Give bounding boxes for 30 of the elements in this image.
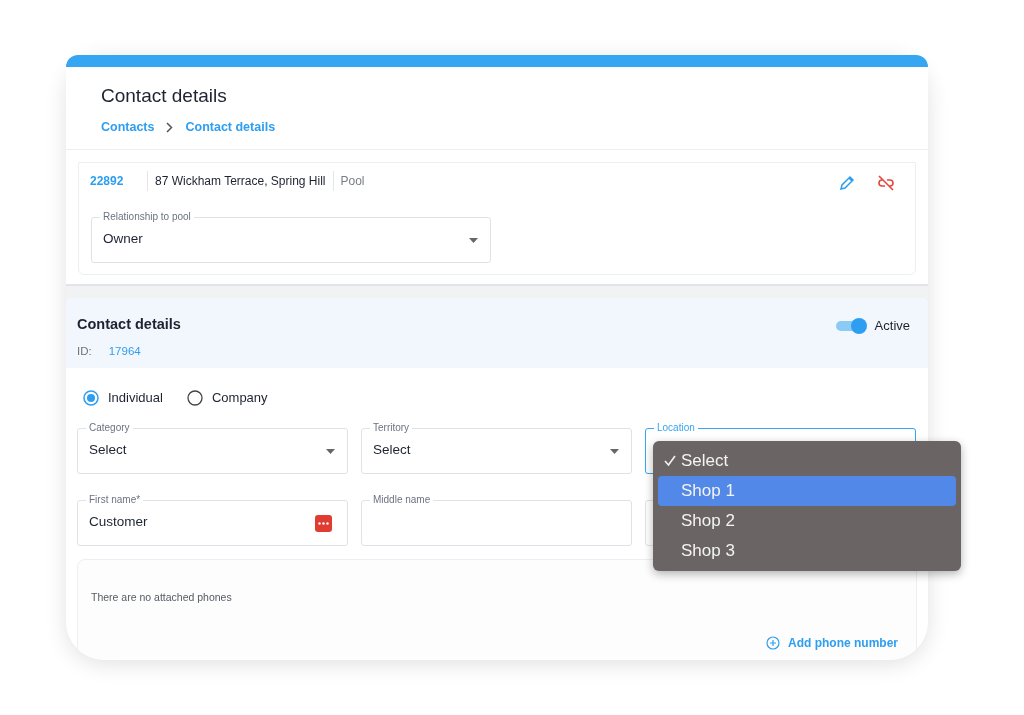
caret-icon [610, 448, 619, 454]
breadcrumb-link[interactable]: Contacts [101, 117, 155, 137]
add-phone-link[interactable]: Add phone number [766, 633, 898, 652]
radio-button[interactable] [186, 389, 203, 406]
id-label: ID: [77, 344, 92, 359]
radio-option[interactable]: Company [186, 388, 268, 408]
dropdown-option[interactable]: Select [658, 446, 956, 476]
pool-address: 87 Wickham Terrace, Spring Hill [155, 172, 326, 190]
radio-option[interactable]: Individual [83, 388, 163, 408]
pencil-icon[interactable] [839, 174, 855, 191]
breadcrumb-link[interactable]: Contact details [185, 117, 276, 137]
pool-id-link[interactable]: 22892 [90, 171, 140, 190]
plus-circle-icon [766, 635, 780, 650]
radio-button[interactable] [83, 389, 99, 406]
dropdown-option[interactable]: Shop 3 [658, 536, 956, 566]
section-title: Contact details [77, 315, 181, 334]
password-manager-icon[interactable] [315, 514, 332, 532]
caret-icon [469, 237, 478, 243]
toggle-switch[interactable] [835, 317, 867, 334]
empty-phones-text: There are no attached phones [91, 589, 233, 605]
toggle-label: Active [874, 317, 910, 335]
dropdown-option[interactable]: Shop 1 [658, 476, 956, 506]
page-title: Contact details [100, 84, 228, 108]
check-icon [664, 455, 676, 467]
dropdown-option[interactable]: Shop 2 [658, 506, 956, 536]
chevron-right-icon [166, 121, 174, 133]
id-value: 17964 [108, 344, 141, 359]
pool-type: Pool [340, 172, 365, 190]
unlink-icon[interactable] [877, 174, 895, 191]
caret-icon [326, 448, 335, 454]
